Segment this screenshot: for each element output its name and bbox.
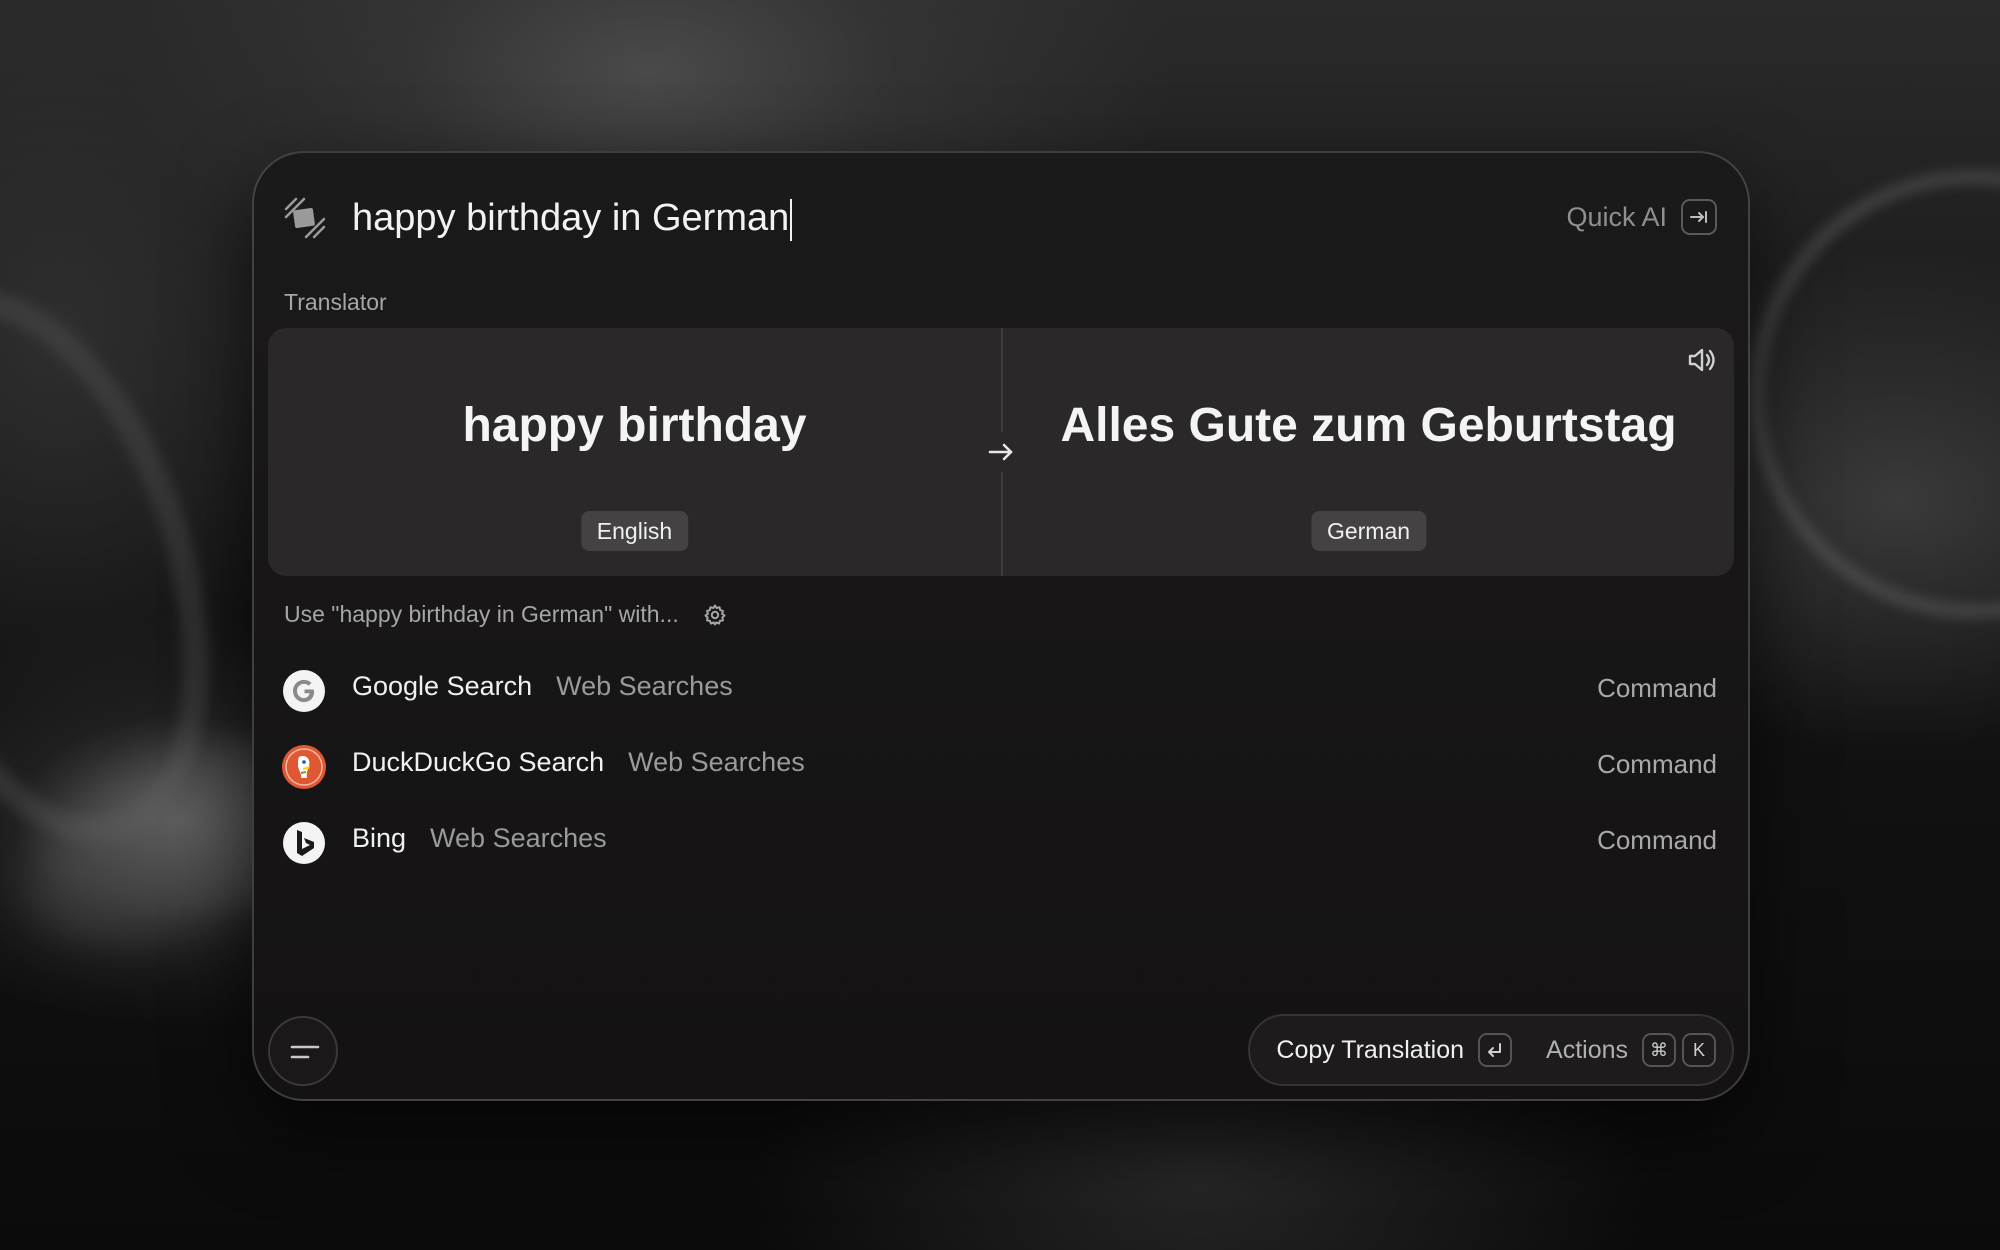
app-logo-icon (284, 197, 326, 239)
result-kind: Command (1597, 749, 1717, 779)
list-item-bing[interactable]: Bing Web Searches Command (254, 803, 1748, 879)
target-column: Alles Gute zum Geburtstag German (1003, 328, 1734, 576)
bing-icon (283, 822, 325, 864)
source-language-badge[interactable]: English (580, 511, 689, 551)
source-text: happy birthday (462, 399, 807, 452)
result-kind: Command (1597, 825, 1717, 855)
copy-translation-button[interactable]: Copy Translation (1276, 1036, 1464, 1065)
target-text: Alles Gute zum Geburtstag (1060, 399, 1677, 452)
quick-ai-label: Quick AI (1566, 201, 1667, 232)
fallback-heading: Use "happy birthday in German" with... (284, 601, 727, 628)
speaker-icon[interactable] (1684, 342, 1720, 378)
search-input[interactable]: happy birthday in German (352, 193, 793, 243)
duckduckgo-icon (282, 745, 326, 789)
actions-shortcut: ⌘ K (1642, 1033, 1716, 1067)
command-key-icon: ⌘ (1642, 1033, 1676, 1067)
menu-button[interactable] (268, 1016, 338, 1086)
result-title: Bing (352, 823, 407, 853)
result-title: Google Search (352, 671, 533, 701)
fallback-heading-text: Use "happy birthday in German" with... (284, 601, 679, 627)
action-bar: Copy Translation Actions ⌘ K (1248, 1014, 1734, 1086)
list-item-duckduckgo-search[interactable]: DuckDuckGo Search Web Searches Command (254, 727, 1748, 803)
launcher-window: happy birthday in German Quick AI Transl… (252, 151, 1750, 1101)
text-caret (790, 198, 793, 241)
quick-ai-button[interactable]: Quick AI (1566, 195, 1717, 239)
result-subtitle: Web Searches (556, 671, 733, 701)
k-key: K (1682, 1033, 1716, 1067)
return-key-icon (1478, 1033, 1513, 1067)
section-label-translator: Translator (284, 289, 387, 315)
result-subtitle: Web Searches (628, 747, 805, 777)
result-title: DuckDuckGo Search (352, 747, 605, 777)
search-bar: happy birthday in German Quick AI (254, 153, 1748, 281)
tab-key-icon (1681, 199, 1717, 235)
result-kind: Command (1597, 673, 1717, 703)
gear-icon[interactable] (703, 603, 727, 627)
actions-button[interactable]: Actions (1546, 1036, 1628, 1065)
google-icon (283, 670, 325, 712)
list-item-google-search[interactable]: Google Search Web Searches Command (254, 651, 1748, 727)
target-language-badge[interactable]: German (1310, 511, 1427, 551)
translation-card[interactable]: happy birthday English Alles Gute zum Ge… (268, 328, 1734, 576)
menu-icon (290, 1045, 320, 1059)
result-subtitle: Web Searches (430, 823, 607, 853)
source-column: happy birthday English (268, 328, 1001, 576)
